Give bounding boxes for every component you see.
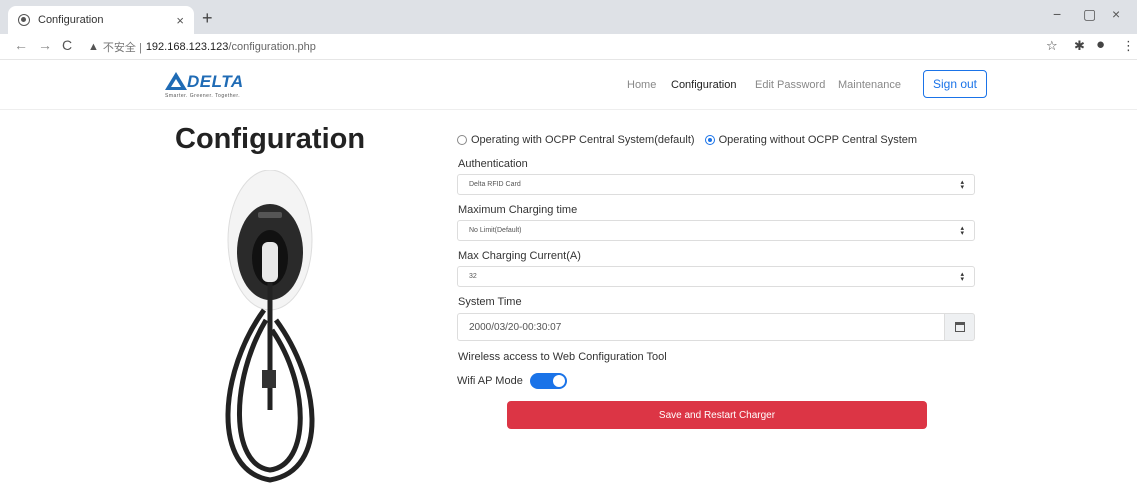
- tab-title: Configuration: [38, 14, 104, 26]
- globe-icon: [18, 14, 30, 26]
- maximize-icon[interactable]: ▢: [1083, 6, 1096, 23]
- radio-with-ocpp[interactable]: [457, 135, 467, 145]
- browser-tab-bar: Configuration × + − ▢ ×: [0, 0, 1137, 34]
- reload-icon[interactable]: C: [62, 37, 72, 53]
- warning-icon: ▲: [88, 41, 99, 53]
- system-time-input[interactable]: 2000/03/20-00:30:07: [457, 313, 945, 341]
- select-arrows-icon: ▴ ▾: [960, 179, 964, 191]
- authentication-value: Delta RFID Card: [469, 181, 521, 188]
- select-arrows-icon: ▴ ▾: [960, 271, 964, 283]
- calendar-button[interactable]: [944, 313, 975, 341]
- url-host: 192.168.123.123: [145, 41, 229, 53]
- new-tab-button[interactable]: +: [202, 8, 213, 29]
- max-charging-current-value: 32: [469, 273, 477, 280]
- select-arrows-icon: ▴ ▾: [960, 225, 964, 237]
- tab-close-icon[interactable]: ×: [176, 13, 184, 28]
- max-charging-current-label: Max Charging Current(A): [458, 250, 581, 262]
- wifi-ap-mode-label: Wifi AP Mode: [457, 375, 523, 387]
- ev-charger-image: [225, 170, 315, 483]
- browser-toolbar: ← → C ▲ 不安全 | 192.168.123.123 /configura…: [0, 34, 1137, 60]
- max-charging-current-select[interactable]: 32 ▴ ▾: [457, 266, 975, 287]
- system-time-label: System Time: [458, 296, 522, 308]
- insecure-label: 不安全 |: [102, 42, 142, 54]
- nav-maintenance[interactable]: Maintenance: [838, 79, 901, 91]
- max-charging-time-select[interactable]: No Limit(Default) ▴ ▾: [457, 220, 975, 241]
- radio-without-ocpp[interactable]: [704, 135, 715, 145]
- forward-icon[interactable]: →: [38, 37, 52, 53]
- minimize-icon[interactable]: −: [1053, 6, 1061, 22]
- wireless-heading: Wireless access to Web Configuration Too…: [458, 351, 667, 363]
- browser-tab[interactable]: Configuration ×: [8, 6, 194, 34]
- max-charging-time-value: No Limit(Default): [469, 227, 522, 234]
- radio-without-ocpp-label[interactable]: Operating without OCPP Central System: [719, 134, 918, 146]
- mode-radio-group: Operating with OCPP Central System(defau…: [457, 134, 927, 146]
- authentication-select[interactable]: Delta RFID Card ▴ ▾: [457, 174, 975, 195]
- radio-with-ocpp-label[interactable]: Operating with OCPP Central System(defau…: [471, 134, 695, 146]
- delta-triangle-icon: [165, 72, 187, 90]
- nav-configuration[interactable]: Configuration: [671, 79, 736, 91]
- authentication-label: Authentication: [458, 158, 528, 170]
- nav-edit-password[interactable]: Edit Password: [755, 79, 825, 91]
- nav-home[interactable]: Home: [627, 79, 656, 91]
- wifi-ap-mode-toggle[interactable]: [530, 373, 567, 389]
- system-time-value: 2000/03/20-00:30:07: [469, 321, 562, 333]
- address-bar[interactable]: ▲ 不安全 | 192.168.123.123 /configuration.p…: [88, 37, 1038, 57]
- site-header: DELTA Smarter. Greener. Together. Home C…: [0, 60, 1137, 110]
- profile-icon[interactable]: ●: [1096, 36, 1105, 53]
- save-and-restart-button[interactable]: Save and Restart Charger: [507, 401, 927, 429]
- logo-tagline: Smarter. Greener. Together.: [165, 93, 241, 99]
- calendar-icon: [954, 322, 965, 332]
- page-title: Configuration: [175, 123, 366, 155]
- menu-icon[interactable]: ⋮: [1122, 38, 1135, 54]
- back-icon[interactable]: ←: [14, 37, 28, 53]
- url-path: /configuration.php: [228, 41, 316, 53]
- sign-out-button[interactable]: Sign out: [923, 70, 987, 98]
- max-charging-time-label: Maximum Charging time: [458, 204, 578, 216]
- toggle-knob: [553, 375, 565, 387]
- logo-text: DELTA: [187, 72, 244, 91]
- bookmark-star-icon[interactable]: ☆: [1046, 38, 1058, 54]
- extensions-icon[interactable]: ✱: [1074, 38, 1085, 54]
- close-window-icon[interactable]: ×: [1112, 6, 1120, 22]
- delta-logo[interactable]: DELTA Smarter. Greener. Together.: [165, 68, 265, 102]
